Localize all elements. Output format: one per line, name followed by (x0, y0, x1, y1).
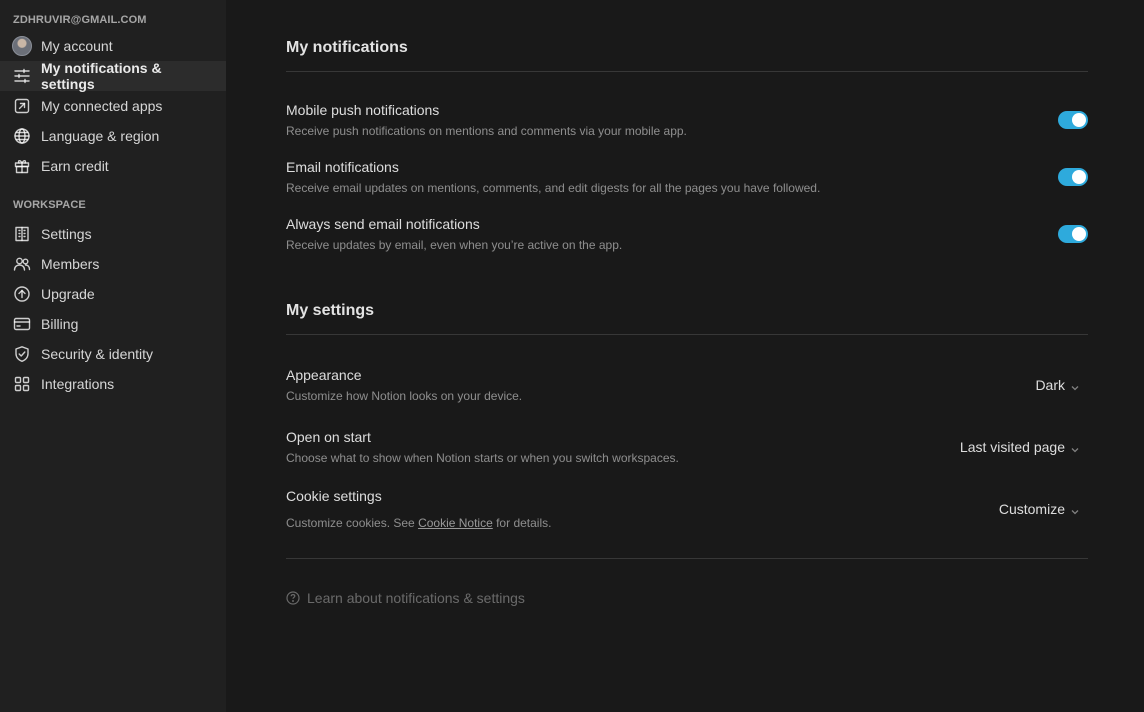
main-content: My notifications Mobile push notificatio… (226, 0, 1144, 712)
sidebar-item-language-region[interactable]: Language & region (0, 121, 226, 151)
appearance-title: Appearance (286, 367, 362, 383)
cookie-settings-text: Cookie settings Customize cookies. See C… (286, 487, 551, 531)
sidebar-item-label: Settings (41, 226, 92, 242)
open-on-start-text: Open on start Choose what to show when N… (286, 428, 679, 466)
mobile-push-title: Mobile push notifications (286, 101, 440, 118)
cookie-settings-dropdown[interactable]: Customize (999, 501, 1088, 517)
sidebar-item-label: Integrations (41, 376, 115, 392)
cookie-settings-description: Customize cookies. See Cookie Notice for… (286, 515, 551, 531)
arrow-up-circle-icon (12, 284, 32, 304)
sidebar-item-members[interactable]: Members (0, 249, 226, 279)
workspace-section-label: WORKSPACE (13, 199, 86, 211)
appearance-dropdown[interactable]: Dark (1035, 377, 1088, 393)
always-send-email-row: Always send email notifications Receive … (286, 205, 1088, 262)
notifications-section-title: My notifications (286, 39, 408, 56)
sidebar-item-my-notifications-settings[interactable]: My notifications & settings (0, 60, 226, 92)
sidebar-item-upgrade[interactable]: Upgrade (0, 279, 226, 309)
chevron-down-icon (1070, 380, 1080, 391)
gift-icon (12, 156, 32, 176)
sidebar-item-settings[interactable]: Settings (0, 219, 226, 249)
open-on-start-row: Open on start Choose what to show when N… (286, 416, 1088, 478)
learn-more-label: Learn about notifications & settings (307, 590, 525, 606)
sliders-icon (12, 66, 32, 86)
always-send-email-toggle[interactable] (1058, 224, 1088, 243)
question-circle-icon (286, 591, 300, 605)
account-email: ZDHRUVIR@GMAIL.COM (13, 14, 147, 26)
appearance-value: Dark (1035, 377, 1065, 393)
divider (286, 558, 1088, 559)
settings-window: ZDHRUVIR@GMAIL.COM My account My notific… (0, 0, 1144, 712)
sidebar-item-my-account[interactable]: My account (0, 31, 226, 61)
email-notifications-text: Email notifications Receive email update… (286, 158, 820, 196)
mobile-push-text: Mobile push notifications Receive push n… (286, 101, 687, 139)
sidebar-item-label: My connected apps (41, 98, 163, 114)
appearance-description: Customize how Notion looks on your devic… (286, 389, 523, 403)
toggle-knob (1072, 112, 1086, 127)
cookie-desc-prefix: Customize cookies. See (286, 516, 419, 530)
credit-card-icon (12, 314, 32, 334)
grid-icon (12, 374, 32, 394)
globe-icon (12, 126, 32, 146)
sidebar-item-label: Security & identity (41, 346, 154, 362)
toggle-knob (1072, 169, 1086, 184)
learn-more-link[interactable]: Learn about notifications & settings (286, 590, 1088, 606)
open-on-start-title: Open on start (286, 429, 371, 445)
people-icon (12, 254, 32, 274)
sidebar-item-label: Members (41, 256, 100, 272)
cookie-notice-link[interactable]: Cookie Notice (418, 516, 493, 530)
sidebar-item-label: Language & region (41, 128, 160, 144)
email-notifications-description: Receive email updates on mentions, comme… (286, 180, 821, 195)
sidebar-item-label: Upgrade (41, 286, 95, 302)
mobile-push-toggle[interactable] (1058, 110, 1088, 129)
open-on-start-description: Choose what to show when Notion starts o… (286, 451, 679, 465)
open-on-start-value: Last visited page (959, 439, 1065, 455)
shield-check-icon (12, 344, 32, 364)
external-link-icon (12, 96, 32, 116)
sidebar-item-label: Earn credit (41, 158, 109, 174)
sidebar-item-earn-credit[interactable]: Earn credit (0, 151, 226, 181)
open-on-start-dropdown[interactable]: Last visited page (960, 439, 1088, 455)
divider (286, 71, 1088, 72)
building-icon (12, 224, 32, 244)
always-send-email-description: Receive updates by email, even when you’… (286, 237, 623, 252)
cookie-settings-title: Cookie settings (286, 488, 382, 504)
sidebar-item-label: Billing (41, 316, 79, 332)
sidebar-item-security-identity[interactable]: Security & identity (0, 339, 226, 369)
chevron-down-icon (1070, 442, 1080, 453)
email-notifications-row: Email notifications Receive email update… (286, 148, 1088, 205)
sidebar-item-my-connected-apps[interactable]: My connected apps (0, 91, 226, 121)
sidebar: ZDHRUVIR@GMAIL.COM My account My notific… (0, 0, 226, 712)
email-notifications-toggle[interactable] (1058, 167, 1088, 186)
cookie-desc-suffix: for details. (492, 516, 552, 530)
cookie-settings-value: Customize (998, 501, 1065, 517)
sidebar-item-integrations[interactable]: Integrations (0, 369, 226, 399)
always-send-email-title: Always send email notifications (286, 215, 480, 232)
divider (286, 334, 1088, 335)
sidebar-item-label: My notifications & settings (41, 60, 162, 92)
sidebar-item-label: My account (41, 38, 113, 54)
settings-section-title: My settings (286, 302, 375, 319)
mobile-push-description: Receive push notifications on mentions a… (286, 123, 687, 138)
always-send-email-text: Always send email notifications Receive … (286, 215, 622, 253)
cookie-settings-row: Cookie settings Customize cookies. See C… (286, 478, 1088, 540)
chevron-down-icon (1070, 504, 1080, 515)
appearance-row: Appearance Customize how Notion looks on… (286, 354, 1088, 416)
mobile-push-row: Mobile push notifications Receive push n… (286, 91, 1088, 148)
email-notifications-title: Email notifications (286, 158, 399, 175)
avatar (12, 36, 32, 56)
appearance-text: Appearance Customize how Notion looks on… (286, 366, 522, 404)
toggle-knob (1072, 226, 1086, 241)
sidebar-item-billing[interactable]: Billing (0, 309, 226, 339)
